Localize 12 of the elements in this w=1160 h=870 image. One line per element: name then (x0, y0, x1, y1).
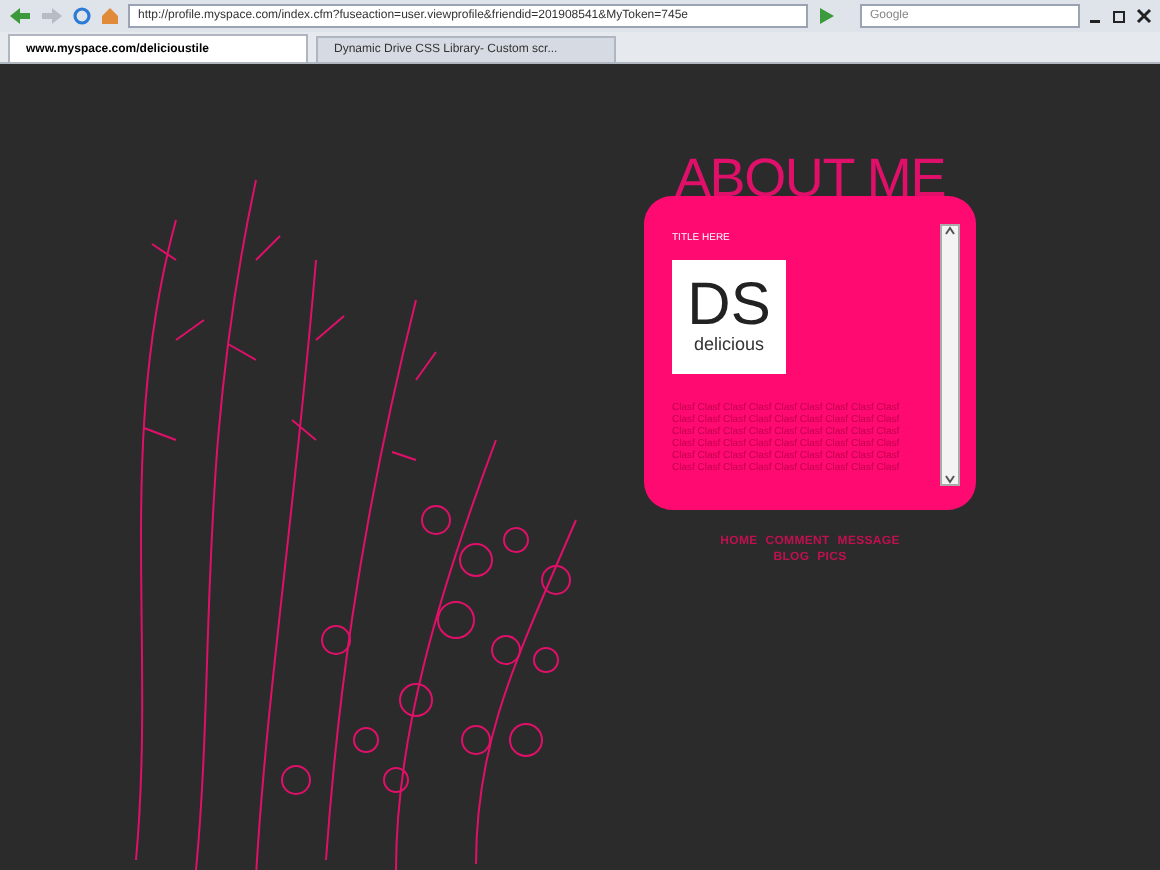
home-icon[interactable] (100, 6, 120, 26)
back-icon[interactable] (8, 6, 32, 26)
logo-initials: DS (687, 278, 771, 334)
go-icon[interactable] (816, 6, 836, 26)
logo-word: delicious (693, 334, 765, 354)
restore-icon[interactable] (1112, 8, 1128, 24)
scrollbar[interactable] (940, 224, 960, 486)
scroll-down-icon[interactable] (944, 474, 956, 484)
scroll-up-icon[interactable] (944, 226, 956, 236)
close-icon[interactable] (1136, 8, 1152, 24)
reload-icon[interactable] (72, 6, 92, 26)
about-heading: ABOUT ME (674, 152, 946, 204)
